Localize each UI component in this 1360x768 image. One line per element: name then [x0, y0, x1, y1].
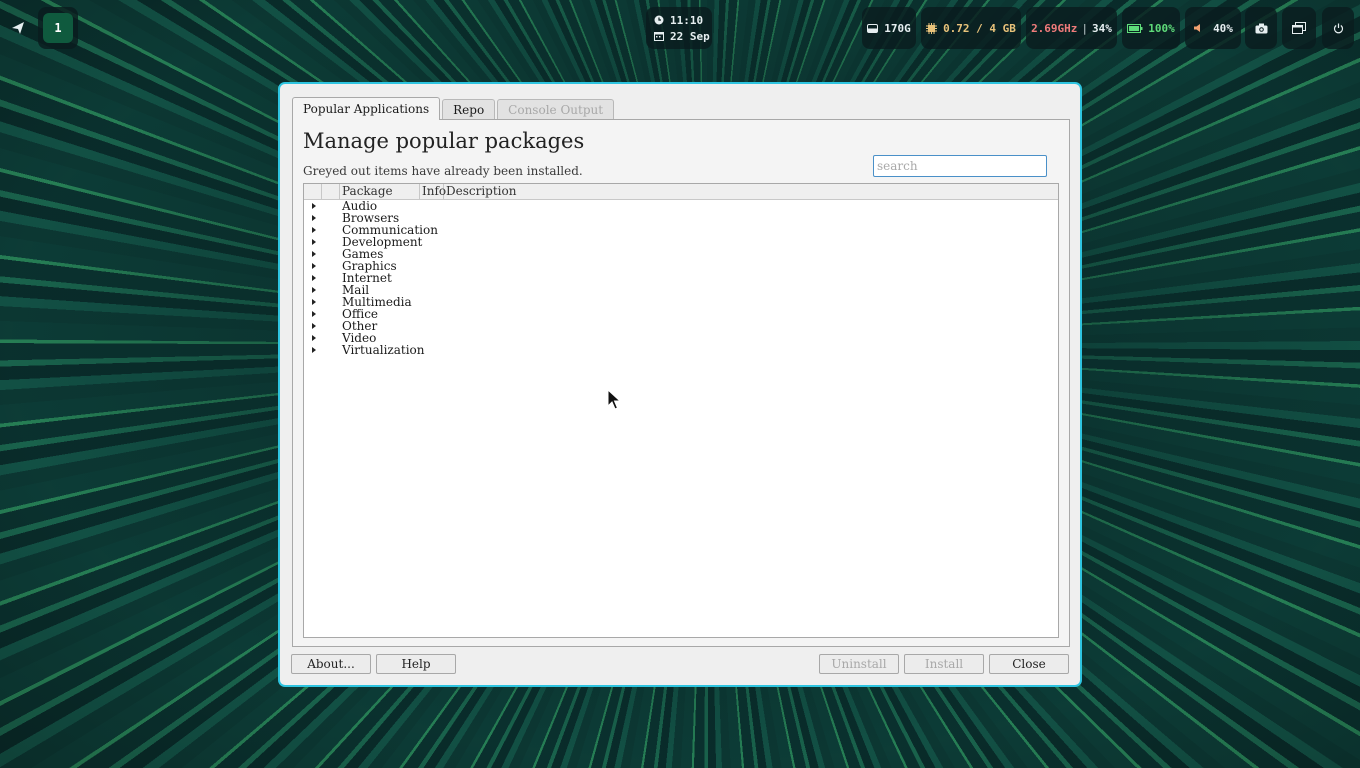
search-input[interactable] — [873, 155, 1047, 177]
column-header-info[interactable]: Info — [420, 184, 446, 199]
power-button[interactable] — [1322, 7, 1354, 49]
package-manager-dialog: Popular Applications Repo Console Output… — [278, 82, 1082, 687]
workspace-indicator[interactable]: 1 — [38, 7, 78, 49]
tab-popular-applications[interactable]: Popular Applications — [292, 97, 441, 120]
clock-icon — [654, 15, 664, 25]
expand-arrow-icon[interactable] — [312, 323, 316, 329]
memory-value: 0.72 / 4 GB — [943, 21, 1016, 35]
cpu-load: 34% — [1092, 21, 1112, 35]
page-title: Manage popular packages — [303, 129, 585, 153]
tree-row-development[interactable]: Development — [304, 236, 1058, 248]
memory-chip-icon — [926, 22, 938, 34]
tab-console-output: Console Output — [497, 99, 615, 120]
expand-arrow-icon[interactable] — [312, 275, 316, 281]
tree-row-other[interactable]: Other — [304, 320, 1058, 332]
clock-widget: 11:10 22 Sep — [646, 7, 712, 49]
category-list: Audio Browsers Communication Development… — [304, 200, 1058, 356]
hard-drive-icon — [867, 23, 879, 33]
battery-icon — [1127, 23, 1143, 33]
help-button[interactable]: Help — [376, 654, 456, 674]
clock-date: 22 Sep — [670, 29, 710, 43]
tree-header: Package Info Description — [304, 184, 1058, 200]
category-label: Virtualization — [342, 343, 425, 357]
tree-row-office[interactable]: Office — [304, 308, 1058, 320]
expand-arrow-icon[interactable] — [312, 251, 316, 257]
page-subtitle: Greyed out items have already been insta… — [303, 164, 583, 178]
expand-arrow-icon[interactable] — [312, 263, 316, 269]
expand-arrow-icon[interactable] — [312, 335, 316, 341]
close-button[interactable]: Close — [989, 654, 1069, 674]
tree-row-multimedia[interactable]: Multimedia — [304, 296, 1058, 308]
tree-row-virtualization[interactable]: Virtualization — [304, 344, 1058, 356]
battery-widget: 100% — [1122, 7, 1180, 49]
windows-icon — [1292, 22, 1306, 34]
cpu-separator: | — [1081, 21, 1089, 35]
expand-arrow-icon[interactable] — [312, 287, 316, 293]
clock-time: 11:10 — [670, 13, 704, 27]
camera-icon — [1255, 23, 1267, 33]
mouse-pointer-icon — [607, 389, 621, 410]
expand-arrow-icon[interactable] — [312, 203, 316, 209]
tree-row-games[interactable]: Games — [304, 248, 1058, 260]
disk-value: 170G — [884, 21, 911, 35]
column-header-expand[interactable] — [304, 184, 322, 199]
install-button: Install — [904, 654, 984, 674]
battery-value: 100% — [1148, 21, 1175, 35]
column-header-check[interactable] — [322, 184, 340, 199]
paper-plane-icon — [12, 22, 24, 34]
memory-widget: 0.72 / 4 GB — [921, 7, 1021, 49]
tree-row-internet[interactable]: Internet — [304, 272, 1058, 284]
screenshot-button[interactable] — [1245, 7, 1277, 49]
expand-arrow-icon[interactable] — [312, 227, 316, 233]
column-header-package[interactable]: Package — [340, 184, 420, 199]
expand-arrow-icon[interactable] — [312, 239, 316, 245]
expand-arrow-icon[interactable] — [312, 215, 316, 221]
expand-arrow-icon[interactable] — [312, 299, 316, 305]
package-tree[interactable]: Package Info Description Audio Browsers … — [303, 183, 1059, 638]
window-switcher-button[interactable] — [1282, 7, 1316, 49]
cpu-widget: 2.69GHz | 34% — [1026, 7, 1117, 49]
expand-arrow-icon[interactable] — [312, 347, 316, 353]
disk-widget: 170G — [862, 7, 916, 49]
calendar-icon — [654, 32, 664, 41]
launcher-button[interactable] — [3, 7, 33, 49]
about-button[interactable]: About... — [291, 654, 371, 674]
cpu-frequency: 2.69GHz — [1031, 21, 1078, 35]
tree-row-audio[interactable]: Audio — [304, 200, 1058, 212]
expand-arrow-icon[interactable] — [312, 311, 316, 317]
tab-panel: Manage popular packages Greyed out items… — [292, 119, 1070, 647]
speaker-icon — [1194, 24, 1201, 32]
workspace-badge[interactable]: 1 — [43, 13, 73, 43]
column-header-description[interactable]: Description — [444, 184, 1058, 199]
volume-widget[interactable]: 40% — [1185, 7, 1241, 49]
tree-row-graphics[interactable]: Graphics — [304, 260, 1058, 272]
tree-row-mail[interactable]: Mail — [304, 284, 1058, 296]
power-icon — [1333, 23, 1343, 33]
volume-value: 40% — [1213, 21, 1233, 35]
tab-bar: Popular Applications Repo Console Output — [292, 97, 616, 120]
uninstall-button: Uninstall — [819, 654, 899, 674]
tab-repo[interactable]: Repo — [442, 99, 496, 120]
